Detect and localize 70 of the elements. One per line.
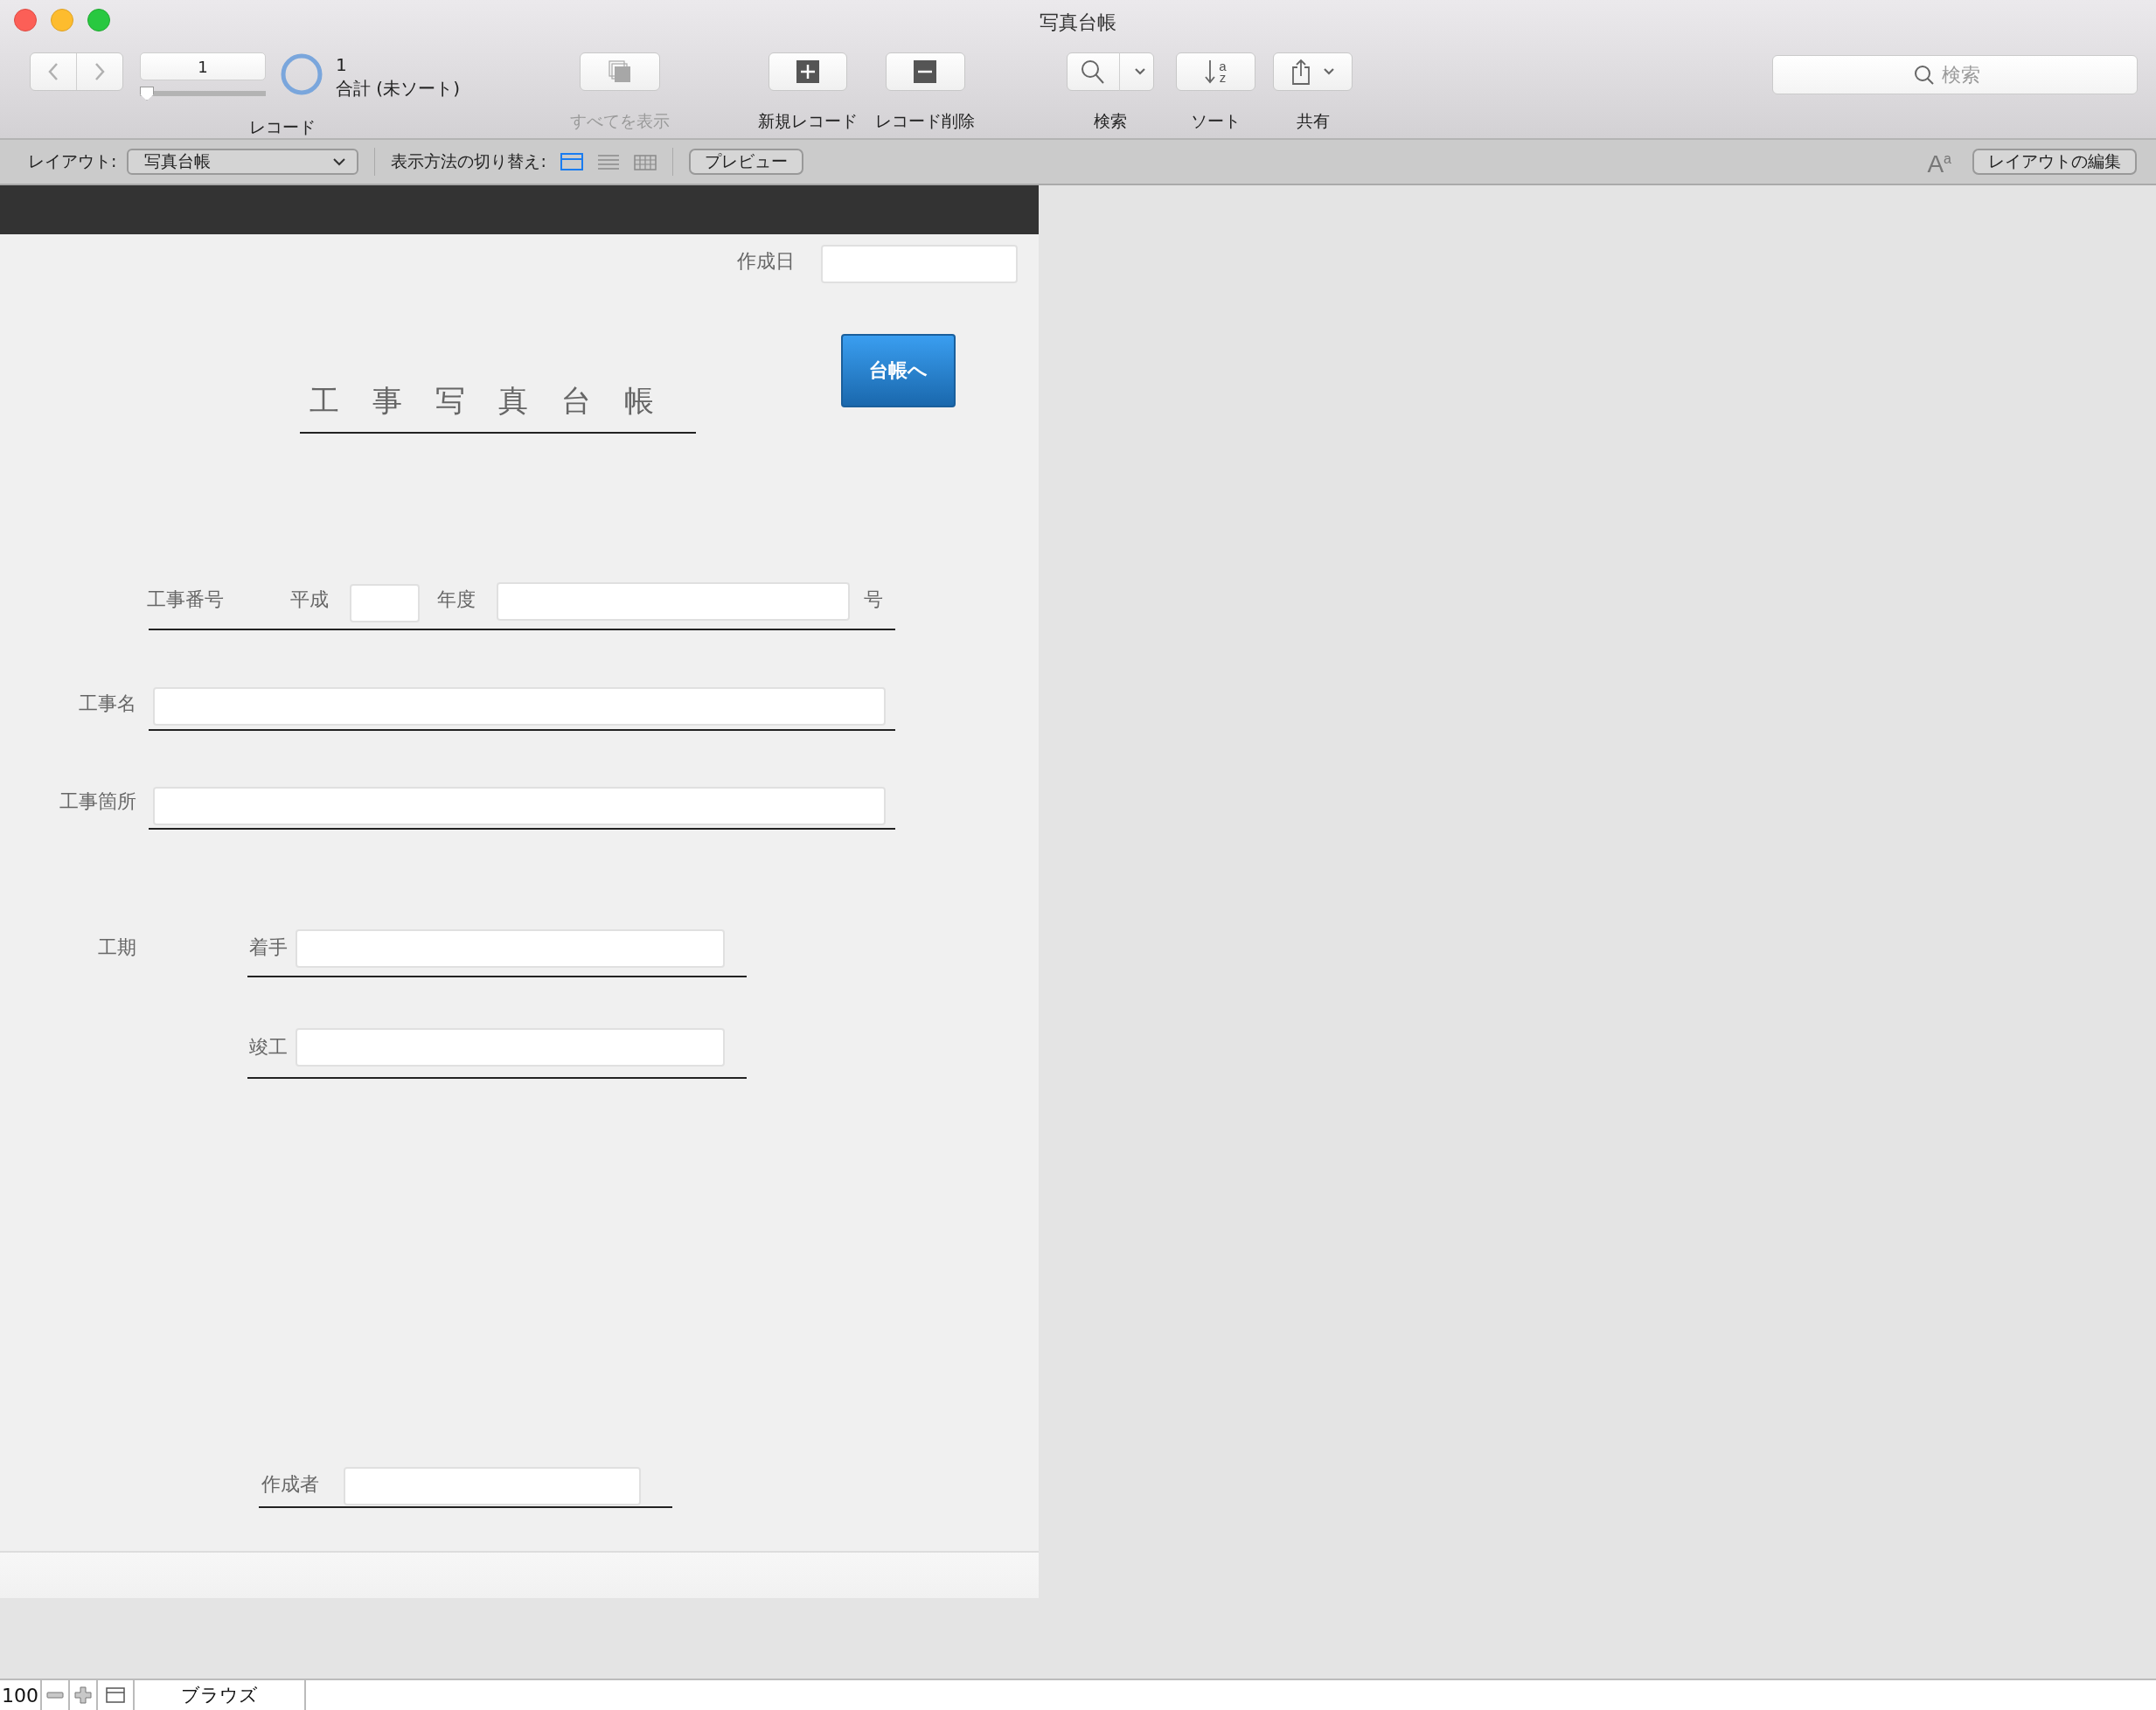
sort-icon-letter: z [1219, 72, 1227, 83]
form-view-icon[interactable] [560, 153, 583, 170]
ledger-button[interactable]: 台帳へ [841, 334, 956, 407]
input-field[interactable] [153, 687, 886, 726]
input-field[interactable] [350, 584, 420, 622]
toolbar-label: すべてを表示 [570, 110, 670, 132]
form-title: 工事写真台帳 [309, 382, 687, 420]
window-layout-icon [106, 1687, 125, 1703]
field-label: 工事箇所 [59, 789, 136, 814]
search-field[interactable]: 検索 [1772, 55, 2138, 94]
minus-icon [46, 1691, 64, 1700]
chevron-right-icon [94, 62, 106, 81]
edit-layout-button[interactable]: レイアウトの編集 [1972, 149, 2137, 175]
input-field[interactable] [344, 1467, 641, 1505]
field-label: 竣工 [249, 1035, 288, 1060]
record-total: 合計 (未ソート) [336, 77, 460, 101]
sort-button[interactable]: a z [1176, 52, 1255, 91]
chevron-down-icon [332, 157, 347, 166]
chevron-left-icon [47, 62, 59, 81]
toolbar-label: 共有 [1296, 110, 1330, 132]
chevron-down-icon [1322, 67, 1335, 76]
minimize-window-button[interactable] [51, 9, 73, 31]
field-label: 作成日 [737, 249, 795, 274]
table-view-icon[interactable] [633, 153, 657, 170]
field-label: 着手 [249, 935, 288, 960]
input-field[interactable] [296, 929, 725, 968]
search-input[interactable]: 検索 [1940, 63, 1996, 87]
plus-square-icon [796, 60, 819, 83]
field-label: 工期 [98, 935, 136, 960]
layout-label: レイアウト: [28, 150, 117, 172]
plus-icon [74, 1686, 92, 1704]
mode-label: ブラウズ [135, 1680, 306, 1710]
input-field[interactable] [296, 1028, 725, 1067]
field-label: 年度 [437, 587, 476, 612]
share-icon [1290, 59, 1311, 85]
zoom-window-button[interactable] [87, 9, 110, 31]
close-window-button[interactable] [14, 9, 37, 31]
field-label: 平成 [290, 587, 329, 612]
chevron-down-icon [1134, 67, 1146, 76]
field-label: 工事名 [79, 692, 136, 716]
preview-button[interactable]: プレビュー [688, 149, 803, 175]
toolbar-label: レコード削除 [875, 110, 975, 132]
window-title: 写真台帳 [1040, 10, 1116, 35]
stacked-pages-icon [609, 60, 631, 83]
toolbar-label: ソート [1191, 110, 1241, 132]
input-field[interactable] [497, 582, 850, 621]
search-icon [1080, 59, 1104, 85]
view-switch-label: 表示方法の切り替え: [391, 150, 546, 172]
share-button[interactable] [1273, 52, 1353, 91]
down-arrow-icon [1205, 59, 1216, 84]
list-view-icon[interactable] [596, 153, 620, 170]
input-field[interactable] [821, 245, 1018, 283]
field-label: 号 [864, 587, 883, 612]
input-field[interactable] [153, 787, 886, 825]
toolbar-label: 検索 [1094, 110, 1127, 132]
layout-dropdown[interactable]: 写真台帳 [127, 149, 359, 175]
circle-chart-icon [280, 52, 323, 96]
find-button[interactable] [1067, 52, 1154, 91]
record-count: 1 [336, 54, 348, 75]
sort-icon-letter: a [1219, 60, 1227, 72]
record-label: レコード [249, 116, 316, 138]
slider-thumb[interactable] [140, 87, 154, 101]
search-icon [1914, 64, 1935, 86]
field-label: 工事番号 [147, 587, 224, 612]
delete-button[interactable] [885, 52, 965, 91]
field-label: 作成者 [261, 1472, 319, 1497]
minus-square-icon [914, 60, 936, 83]
toolbar-label: 新規レコード [758, 110, 858, 132]
record-number-field[interactable]: 1 [140, 52, 266, 80]
new-button[interactable] [769, 52, 847, 91]
